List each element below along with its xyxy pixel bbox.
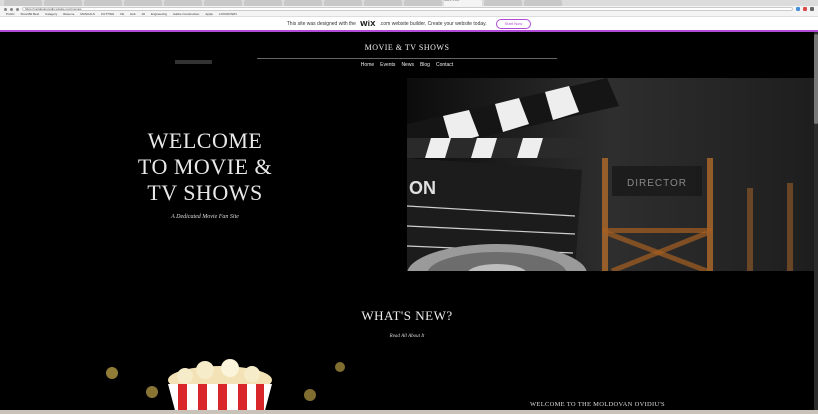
banner-text-before: This site was designed with the <box>286 20 356 27</box>
scrollbar-thumb[interactable] <box>814 34 818 124</box>
wix-logo[interactable]: WiX <box>360 20 376 28</box>
extension-icon[interactable] <box>803 7 807 11</box>
hero-heading-line: TV SHOWS <box>147 180 263 205</box>
wix-promo-banner: This site was designed with the WiX .com… <box>0 17 818 32</box>
address-bar[interactable]: https://moldovanovidiu.wixsite.com/movie… <box>22 7 793 11</box>
back-icon[interactable] <box>4 7 7 11</box>
header-accent-bar <box>175 60 212 64</box>
nav-contact[interactable]: Contact <box>436 62 453 68</box>
forward-icon[interactable] <box>10 7 13 11</box>
menu-icon[interactable] <box>810 7 814 11</box>
bookmark-item[interactable]: Adobe Construction <box>173 12 199 16</box>
whats-new-heading: WHAT'S NEW? <box>361 308 453 323</box>
reload-icon[interactable] <box>16 7 19 11</box>
hero-subtitle: A Dedicated Movie Fan Site <box>171 214 239 220</box>
bookmark-item[interactable]: FE <box>120 12 124 16</box>
nav-blog[interactable]: Blog <box>420 62 430 68</box>
hero-heading: WELCOME TO MOVIE & TV SHOWS <box>120 128 290 206</box>
popcorn-image <box>100 358 360 414</box>
bookmark-item[interactable]: ProDJ <box>6 12 14 16</box>
os-taskbar <box>0 410 818 414</box>
hero-heading-line: WELCOME <box>147 128 263 153</box>
bookmark-item[interactable]: Hub <box>130 12 136 16</box>
site-title[interactable]: MOVIE & TV SHOWS <box>257 43 557 52</box>
nav-events[interactable]: Events <box>380 62 395 68</box>
popcorn-illustration <box>106 359 345 414</box>
bottom-welcome-heading: WELCOME TO THE MOLDOVAN OVIDIU'S <box>530 401 665 408</box>
title-divider <box>257 58 557 59</box>
page-scrollbar[interactable] <box>814 32 818 414</box>
hero-heading-line: TO MOVIE & <box>137 154 273 179</box>
chair-label: DIRECTOR <box>627 178 687 189</box>
main-nav: Home Events News Blog Contact <box>257 62 557 68</box>
bookmark-item[interactable]: Xbox360 Best <box>20 12 39 16</box>
bookmark-item[interactable]: Apple <box>205 12 213 16</box>
bookmark-item[interactable]: Resume <box>63 12 74 16</box>
start-now-button[interactable]: Start Now <box>495 18 532 29</box>
bookmark-item[interactable]: LOCKDOWN <box>219 12 237 16</box>
nav-home[interactable]: Home <box>361 62 374 68</box>
clapper-label: ON <box>409 178 436 198</box>
bookmark-item[interactable]: Category <box>45 12 57 16</box>
extension-icon[interactable] <box>796 7 800 11</box>
nav-news[interactable]: News <box>401 62 414 68</box>
clapperboard-illustration: DIRECTOR ON <box>407 78 814 271</box>
hero-image-clapperboard: DIRECTOR ON <box>407 78 814 271</box>
bookmark-item[interactable]: MANUALS <box>80 12 95 16</box>
bookmark-item[interactable]: All <box>142 12 145 16</box>
bookmark-item[interactable]: CUTTING <box>101 12 114 16</box>
bookmark-item[interactable]: Engineering <box>151 12 167 16</box>
read-all-subheading: Read All About It <box>389 334 425 339</box>
banner-text-after: .com website builder. Create your websit… <box>379 20 487 27</box>
